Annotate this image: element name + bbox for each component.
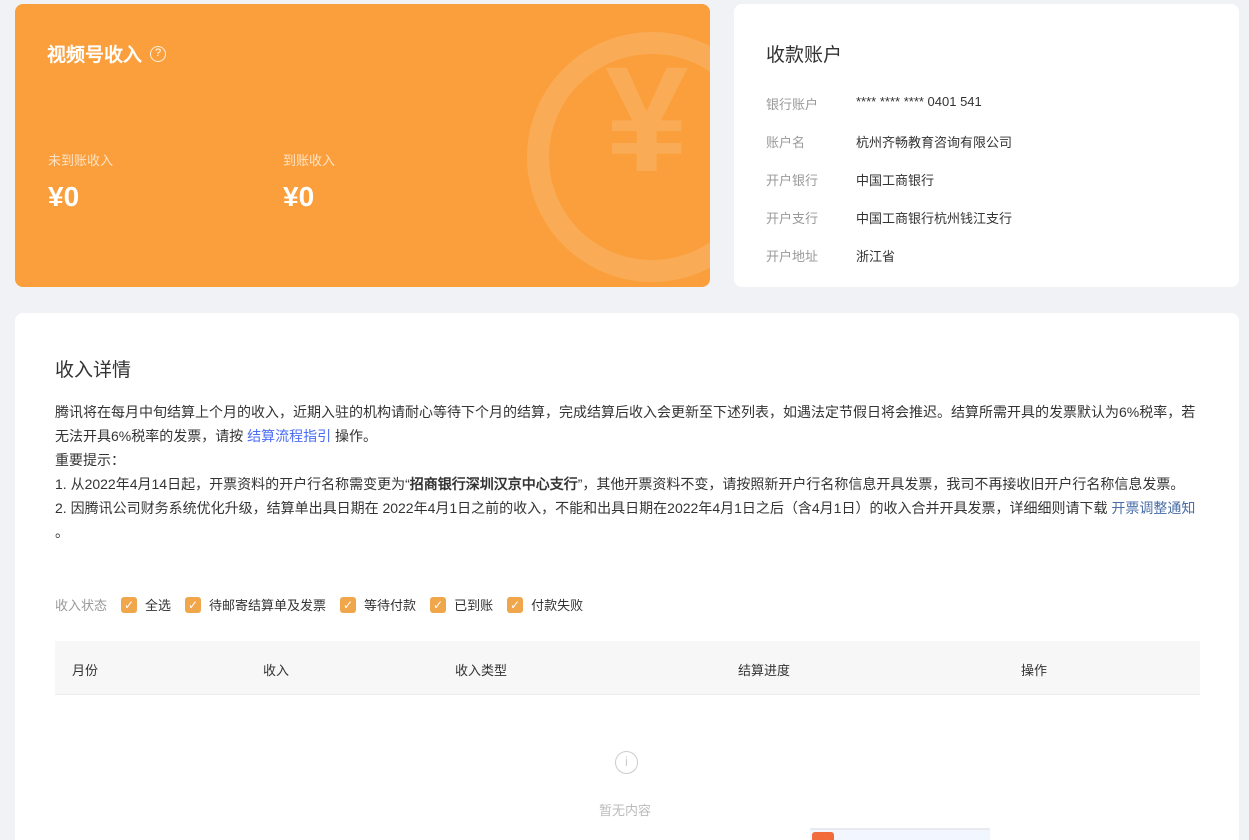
checkbox-checked-icon[interactable]: ✓: [430, 596, 447, 613]
checkbox-checked-icon[interactable]: ✓: [121, 596, 138, 613]
account-row-value: 杭州齐畅教育咨询有限公司: [856, 135, 1013, 150]
invoice-adjust-notice-link[interactable]: 开票调整通知: [1111, 500, 1195, 516]
account-row-account-name: 账户名 杭州齐畅教育咨询有限公司: [766, 132, 1012, 151]
checkbox-awaiting-invoice[interactable]: ✓ 待邮寄结算单及发票: [185, 595, 326, 614]
yen-icon: ¥: [605, 35, 689, 203]
account-row-value: 中国工商银行: [856, 173, 935, 188]
notice-text: 1. 从2022年4月14日起，开票资料的开户行名称需变更为“: [55, 476, 410, 492]
checkbox-checked-icon[interactable]: ✓: [340, 596, 357, 613]
filter-label: 收入状态: [55, 598, 108, 613]
received-income-label: 到账收入: [283, 153, 336, 168]
checkbox-label: 已到账: [454, 598, 494, 613]
checkbox-label: 全选: [145, 598, 172, 613]
notice-text: 。: [55, 524, 69, 540]
received-income-stat: 到账收入 ¥0: [283, 150, 335, 213]
account-row-bank-account: 银行账户 **** **** **** 0401 541: [766, 94, 982, 113]
notice-paragraph-1: 腾讯将在每月中旬结算上个月的收入，近期入驻的机构请耐心等待下个月的结算，完成结算…: [55, 400, 1200, 448]
help-icon[interactable]: ?: [150, 45, 167, 62]
account-row-address: 开户地址 浙江省: [766, 246, 895, 265]
account-row-value: **** **** **** 0401 541: [856, 94, 982, 109]
income-detail-card: 收入详情 腾讯将在每月中旬结算上个月的收入，近期入驻的机构请耐心等待下个月的结算…: [15, 313, 1239, 840]
checkbox-received[interactable]: ✓ 已到账: [430, 595, 493, 614]
notice-text: ”，其他开票资料不变，请按照新开户行名称信息开具发票，我司不再接收旧开户行名称信…: [577, 476, 1185, 492]
checkbox-label: 等待付款: [364, 598, 417, 613]
checkbox-checked-icon[interactable]: ✓: [507, 596, 524, 613]
checkbox-select-all[interactable]: ✓ 全选: [121, 595, 171, 614]
detail-title: 收入详情: [55, 360, 132, 381]
column-header-income: 收入: [263, 663, 290, 678]
checkbox-payment-failed[interactable]: ✓ 付款失败: [507, 595, 583, 614]
column-header-income-type: 收入类型: [455, 663, 508, 678]
column-header-actions: 操作: [1021, 663, 1048, 678]
info-icon: i: [615, 751, 638, 774]
page: ¥ 视频号收入 ? 未到账收入 ¥0 到账收入 ¥0 收款账户 银行账户 ***…: [0, 0, 1249, 840]
income-status-filter: 收入状态 ✓ 全选 ✓ 待邮寄结算单及发票 ✓ 等待付款 ✓ 已到账 ✓ 付款失…: [55, 595, 597, 614]
column-header-month: 月份: [72, 663, 99, 678]
notice-paragraph-2: 重要提示：: [55, 452, 125, 468]
account-row-key: 银行账户: [766, 97, 819, 112]
empty-state-text: 暂无内容: [599, 803, 652, 818]
column-header-progress: 结算进度: [738, 663, 791, 678]
pending-income-stat: 未到账收入 ¥0: [48, 150, 113, 213]
checkbox-label: 待邮寄结算单及发票: [209, 598, 327, 613]
checkbox-awaiting-payment[interactable]: ✓ 等待付款: [340, 595, 416, 614]
account-row-key: 开户银行: [766, 173, 819, 188]
logo-mark: [812, 832, 834, 840]
notice-bank-name: 招商银行深圳汉京中心支行: [409, 476, 578, 492]
income-title: 视频号收入: [47, 45, 143, 66]
income-card: ¥ 视频号收入 ? 未到账收入 ¥0 到账收入 ¥0: [15, 4, 710, 287]
received-income-value: ¥0: [283, 181, 315, 212]
account-row-key: 开户支行: [766, 211, 819, 226]
account-title: 收款账户: [766, 45, 843, 66]
income-title-row: 视频号收入 ?: [47, 40, 167, 67]
pending-income-label: 未到账收入: [48, 153, 114, 168]
notice-text: 腾讯将在每月中旬结算上个月的收入，近期入驻的机构请耐心等待下个月的结算，完成结算…: [55, 404, 1196, 444]
pending-income-value: ¥0: [48, 181, 80, 212]
settlement-notice: 腾讯将在每月中旬结算上个月的收入，近期入驻的机构请耐心等待下个月的结算，完成结算…: [55, 400, 1200, 544]
account-row-branch: 开户支行 中国工商银行杭州钱江支行: [766, 208, 1012, 227]
watermark-logo: [810, 828, 990, 840]
account-row-bank: 开户银行 中国工商银行: [766, 170, 934, 189]
account-row-key: 账户名: [766, 135, 806, 150]
notice-paragraph-3: 1. 从2022年4月14日起，开票资料的开户行名称需变更为“招商银行深圳汉京中…: [55, 472, 1200, 496]
settlement-guide-link[interactable]: 结算流程指引: [247, 428, 331, 444]
account-row-value: 中国工商银行杭州钱江支行: [856, 211, 1013, 226]
notice-paragraph-4: 2. 因腾讯公司财务系统优化升级，结算单出具日期在 2022年4月1日之前的收入…: [55, 496, 1200, 544]
checkbox-label: 付款失败: [531, 598, 584, 613]
income-table-header: 月份 收入 收入类型 结算进度 操作: [55, 641, 1200, 695]
checkbox-checked-icon[interactable]: ✓: [185, 596, 202, 613]
notice-text: 2. 因腾讯公司财务系统优化升级，结算单出具日期在 2022年4月1日之前的收入…: [55, 500, 1112, 516]
account-row-value: 浙江省: [856, 249, 896, 264]
account-row-key: 开户地址: [766, 249, 819, 264]
notice-text: 操作。: [331, 428, 378, 444]
account-card: 收款账户 银行账户 **** **** **** 0401 541 账户名 杭州…: [734, 4, 1239, 287]
